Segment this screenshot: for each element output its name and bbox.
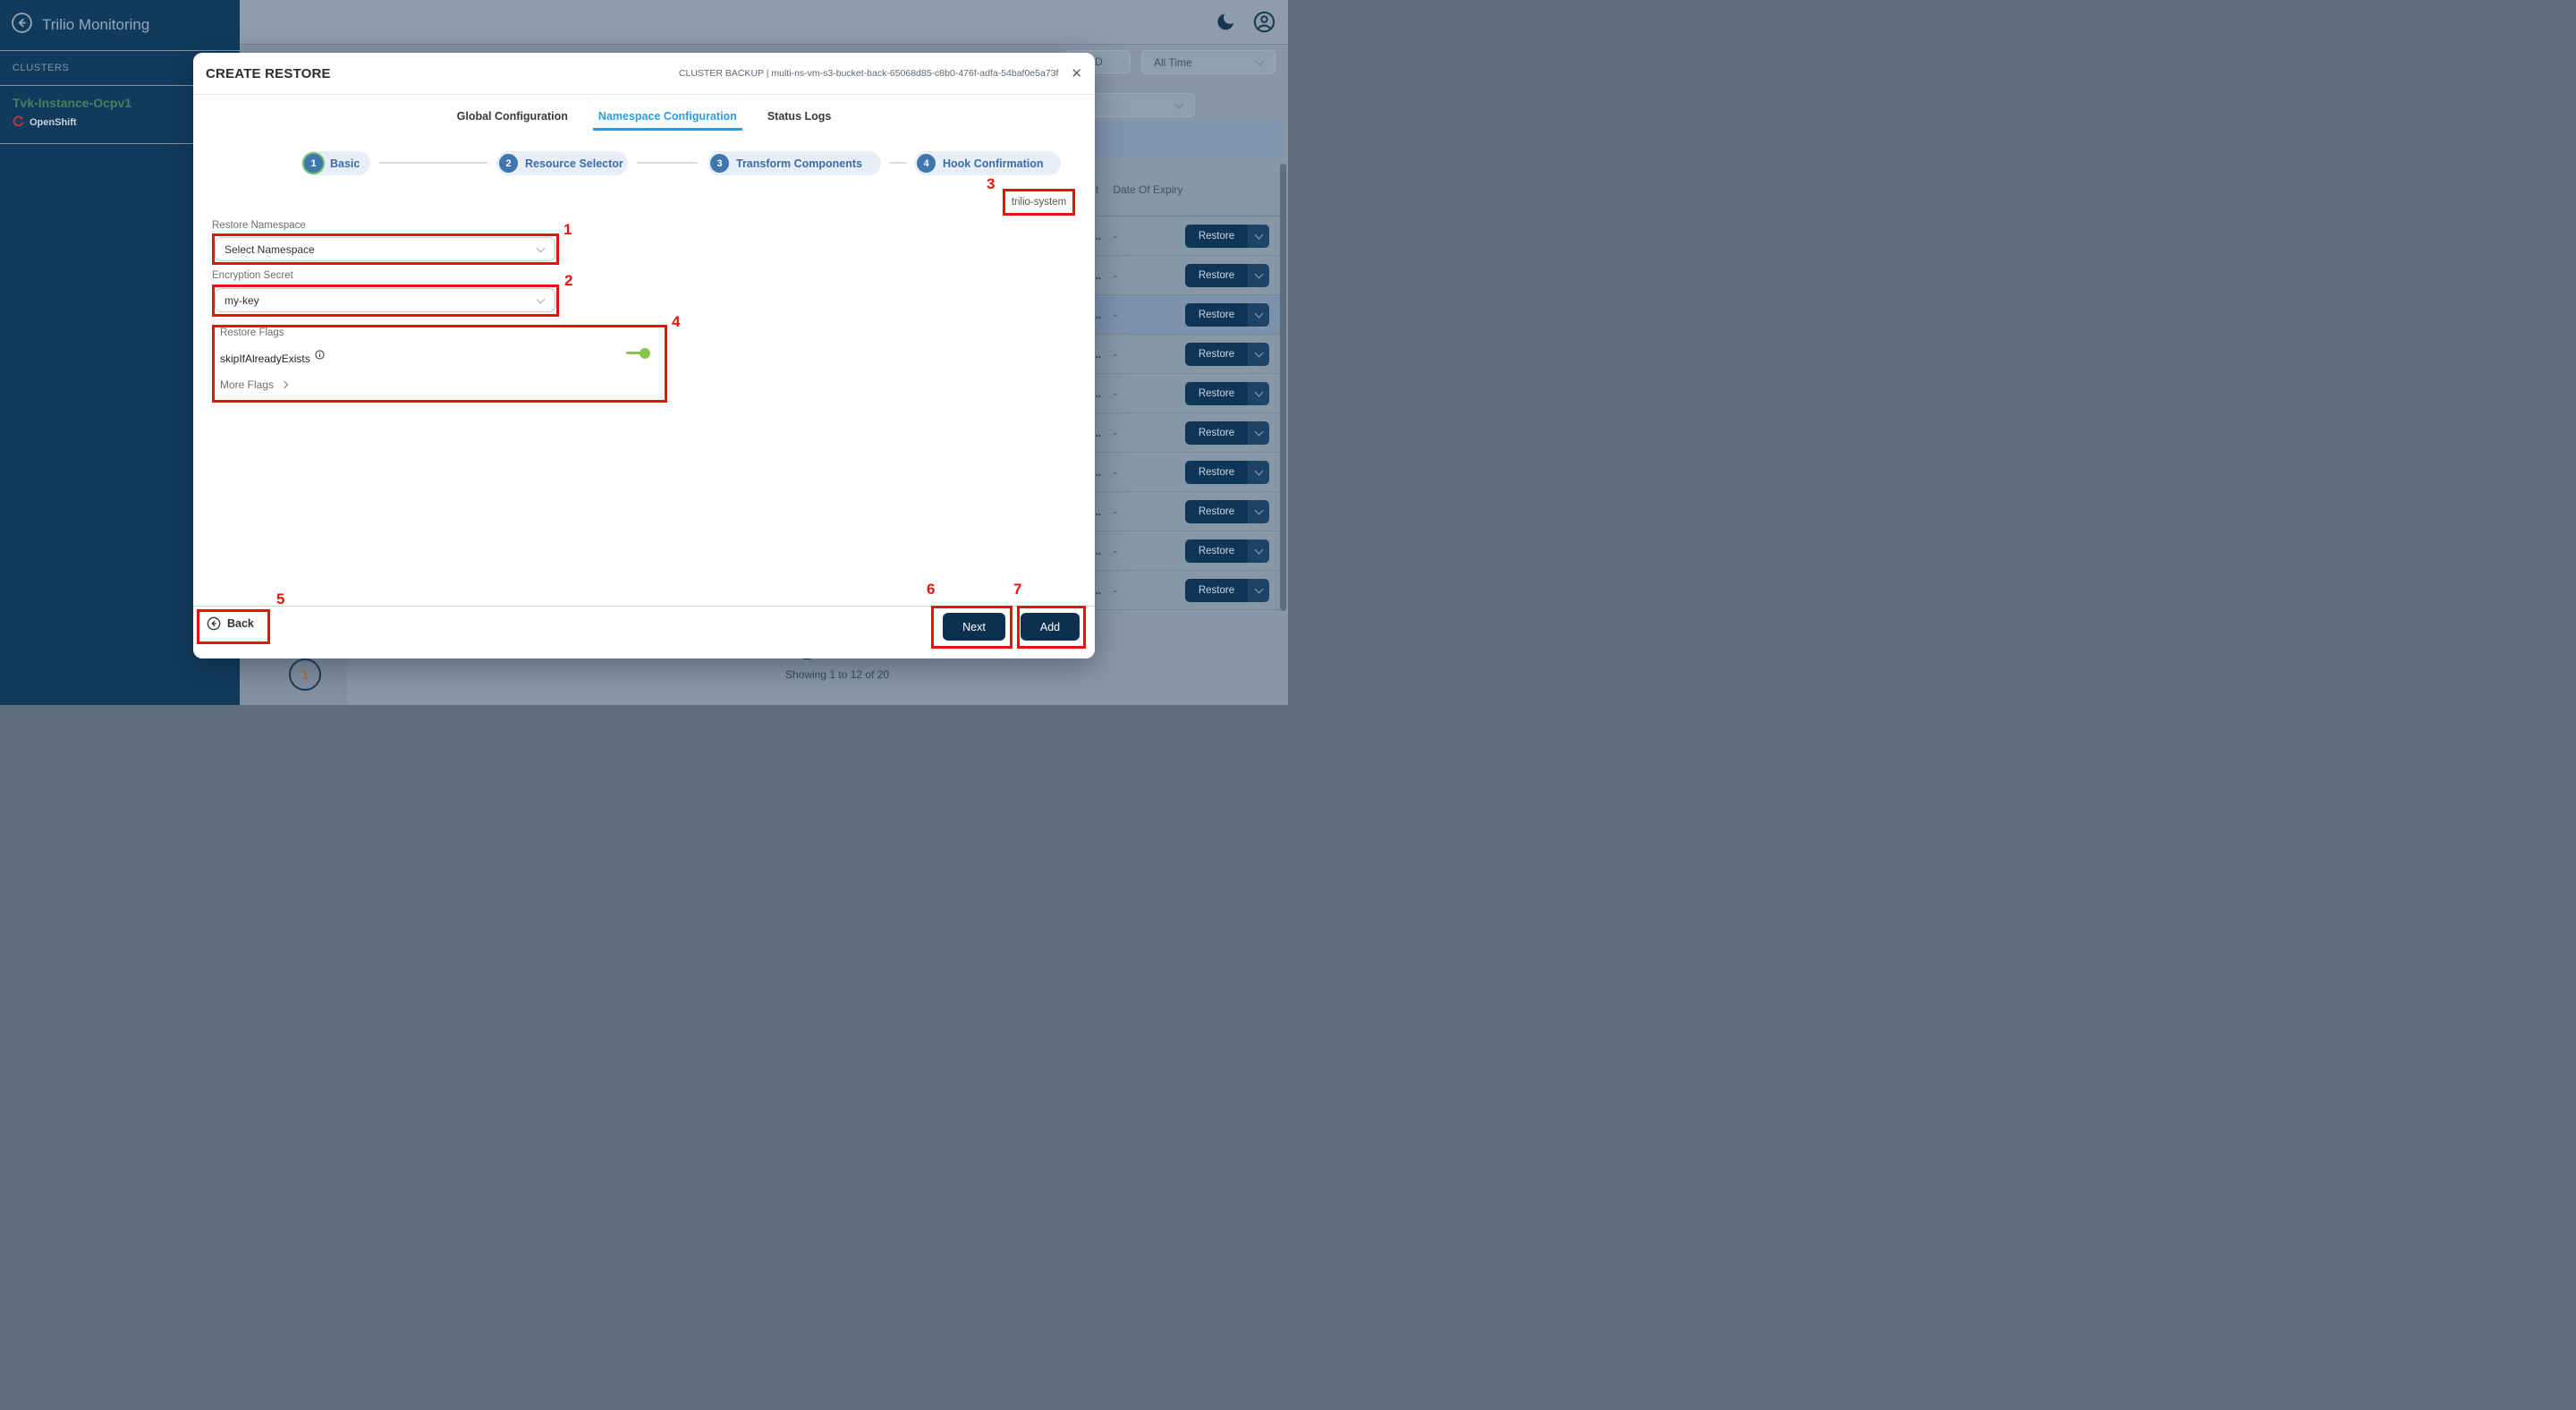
chevron-down-icon[interactable] [1248, 461, 1269, 484]
table-row[interactable]: ...-Restore [1094, 335, 1280, 374]
background-banner [1088, 122, 1283, 157]
chevron-right-icon [281, 381, 288, 388]
chevron-down-icon[interactable] [1248, 264, 1269, 287]
annotation-number-4: 4 [672, 313, 680, 331]
modal-title: CREATE RESTORE [206, 66, 331, 81]
chevron-down-icon [537, 243, 546, 252]
scrollbar[interactable] [1280, 164, 1286, 611]
restore-button[interactable]: Restore [1185, 382, 1269, 405]
table-row[interactable]: ...-Restore [1094, 571, 1280, 610]
flag-skipifalreadyexists: skipIfAlreadyExists [220, 352, 325, 365]
tab-global-configuration[interactable]: Global Configuration [457, 110, 568, 131]
step-resource-selector[interactable]: 2 Resource Selector [496, 151, 628, 175]
backup-reference: CLUSTER BACKUP | multi-ns-vm-s3-bucket-b… [679, 68, 1059, 79]
annotation-number-3: 3 [987, 175, 995, 193]
back-button[interactable]: Back [207, 616, 254, 631]
step-connector [890, 162, 906, 164]
step-hook-confirmation[interactable]: 4 Hook Confirmation [914, 151, 1061, 175]
info-icon[interactable] [315, 350, 325, 362]
chevron-down-icon[interactable] [1248, 343, 1269, 366]
restore-namespace-label: Restore Namespace [212, 220, 306, 231]
annotation-number-7: 7 [1013, 581, 1021, 599]
encryption-secret-label: Encryption Secret [212, 270, 293, 281]
back-arrow-icon[interactable] [11, 12, 33, 38]
app-title: Trilio Monitoring [42, 16, 149, 34]
showing-summary: Showing 1 to 12 of 20 [785, 668, 889, 681]
annotation-number-6: 6 [927, 581, 935, 599]
screen: D All Time ll t Date Of Expiry ...-Resto… [0, 0, 1288, 705]
sidebar-header: Trilio Monitoring [0, 0, 240, 51]
table-row[interactable]: ...-Restore [1094, 413, 1280, 453]
flag-toggle-on[interactable] [626, 352, 648, 354]
chevron-down-icon[interactable] [1248, 421, 1269, 445]
step-connector [379, 162, 487, 164]
restore-button[interactable]: Restore [1185, 225, 1269, 248]
annotation-number-5: 5 [276, 590, 284, 608]
chevron-down-icon [1175, 99, 1184, 108]
restore-button[interactable]: Restore [1185, 461, 1269, 484]
chevron-down-icon[interactable] [1248, 225, 1269, 248]
pagination-page-1[interactable]: 1 [289, 658, 321, 691]
tab-status-logs[interactable]: Status Logs [767, 110, 832, 131]
restore-namespace-select[interactable]: Select Namespace [215, 237, 555, 261]
namespace-chip: trilio-system [1003, 189, 1075, 216]
close-icon[interactable]: ✕ [1071, 67, 1082, 81]
dark-mode-moon-icon[interactable] [1216, 12, 1236, 32]
table-row[interactable]: ...-Restore [1094, 492, 1280, 531]
more-flags-link[interactable]: More Flags [220, 378, 287, 391]
chevron-down-icon[interactable] [1248, 579, 1269, 602]
table-row[interactable]: ...-Restore [1094, 256, 1280, 295]
annotation-number-2: 2 [564, 272, 572, 290]
restore-button[interactable]: Restore [1185, 264, 1269, 287]
chevron-down-icon[interactable] [1248, 303, 1269, 327]
table-row[interactable]: ...-Restore [1094, 217, 1280, 256]
openshift-icon [13, 115, 24, 130]
table-row[interactable]: ...-Restore [1094, 374, 1280, 413]
restore-button[interactable]: Restore [1185, 303, 1269, 327]
step-transform-components[interactable]: 3 Transform Components [708, 151, 881, 175]
table-row[interactable]: ...-Restore [1094, 453, 1280, 492]
tab-namespace-configuration[interactable]: Namespace Configuration [598, 110, 737, 131]
step-connector [637, 162, 698, 164]
restore-button[interactable]: Restore [1185, 539, 1269, 563]
encryption-secret-select[interactable]: my-key [215, 288, 555, 312]
modal-tabs: Global Configuration Namespace Configura… [193, 110, 1095, 131]
chevron-down-icon [537, 294, 546, 303]
chevron-down-icon[interactable] [1248, 500, 1269, 523]
footer-divider [193, 606, 1095, 607]
cluster-platform: OpenShift [30, 117, 77, 128]
time-filter-dropdown[interactable]: All Time [1141, 50, 1275, 74]
restore-button[interactable]: Restore [1185, 343, 1269, 366]
table-row[interactable]: ...-Restore [1094, 531, 1280, 571]
account-icon[interactable] [1253, 11, 1275, 33]
chevron-down-icon [1256, 56, 1265, 65]
table-header: t Date Of Expiry [1094, 163, 1280, 217]
restore-button[interactable]: Restore [1185, 500, 1269, 523]
app-topbar [240, 0, 1288, 45]
backups-table: t Date Of Expiry ...-Restore ...-Restore… [1094, 163, 1280, 612]
restore-button[interactable]: Restore [1185, 579, 1269, 602]
table-row-selected[interactable]: ...-Restore [1094, 295, 1280, 335]
modal-header: CREATE RESTORE CLUSTER BACKUP | multi-ns… [193, 53, 1095, 95]
next-button[interactable]: Next [943, 613, 1005, 641]
add-button[interactable]: Add [1021, 613, 1080, 641]
restore-button[interactable]: Restore [1185, 421, 1269, 445]
chevron-down-icon[interactable] [1248, 382, 1269, 405]
step-basic[interactable]: 1 Basic [301, 151, 370, 175]
chevron-down-icon[interactable] [1248, 539, 1269, 563]
create-restore-modal: CREATE RESTORE CLUSTER BACKUP | multi-ns… [193, 53, 1095, 658]
annotation-number-1: 1 [564, 221, 572, 239]
column-date-of-expiry: Date Of Expiry [1113, 183, 1182, 196]
restore-flags-label: Restore Flags [220, 327, 284, 338]
